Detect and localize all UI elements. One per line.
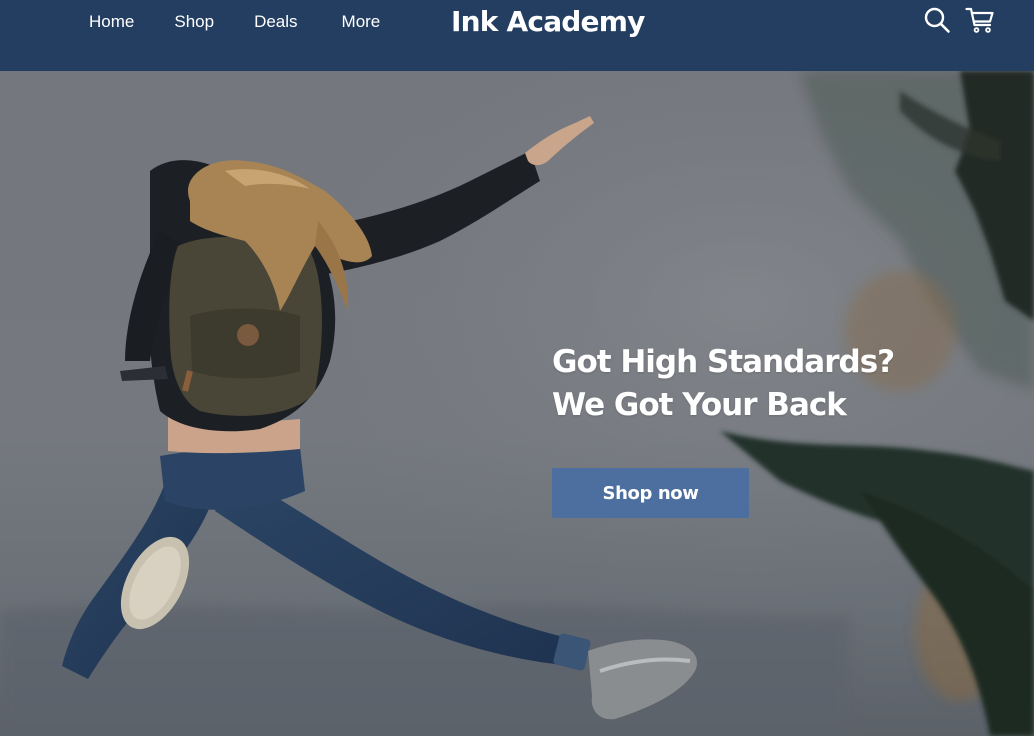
hero-banner: Got High Standards? We Got Your Back Sho… bbox=[0, 71, 1034, 736]
page: Home Shop Deals More Ink Academy Got Hig… bbox=[0, 0, 1034, 736]
primary-nav: Home Shop Deals More bbox=[89, 12, 420, 32]
cart-icon[interactable] bbox=[965, 6, 994, 34]
top-nav-bar: Home Shop Deals More Ink Academy bbox=[0, 0, 1034, 71]
hero-headline: Got High Standards? We Got Your Back bbox=[552, 341, 895, 427]
shop-now-button[interactable]: Shop now bbox=[552, 468, 749, 518]
nav-link-deals[interactable]: Deals bbox=[254, 12, 297, 32]
site-logo[interactable]: Ink Academy bbox=[451, 4, 645, 40]
nav-link-home[interactable]: Home bbox=[89, 12, 134, 32]
search-icon[interactable] bbox=[923, 6, 951, 34]
hero-headline-line-1: Got High Standards? bbox=[552, 344, 895, 380]
nav-link-more[interactable]: More bbox=[342, 12, 381, 32]
hero-headline-line-2: We Got Your Back bbox=[552, 387, 847, 423]
nav-link-shop[interactable]: Shop bbox=[174, 12, 214, 32]
